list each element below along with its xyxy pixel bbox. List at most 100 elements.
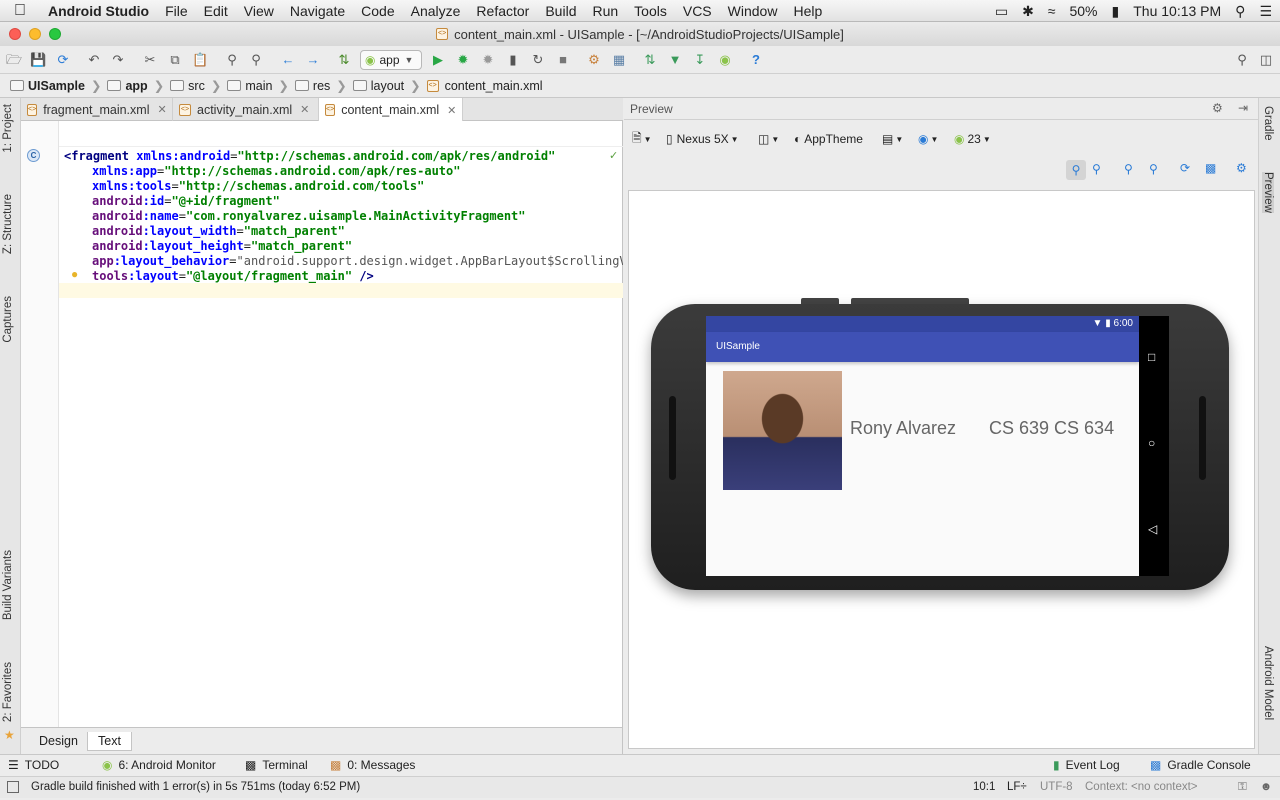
build-variants-tool-tab[interactable]: Build Variants: [2, 550, 14, 620]
settings-icon[interactable]: ⚙: [1236, 161, 1247, 175]
menu-help[interactable]: Help: [785, 0, 830, 22]
project-structure-icon[interactable]: ⚙: [586, 52, 602, 68]
project-tool-tab[interactable]: 1: Project: [2, 104, 14, 153]
layout-icon[interactable]: ◫: [1258, 52, 1274, 68]
configuration-select[interactable]: 🗎 ▼: [632, 130, 652, 148]
make-project-icon[interactable]: ⇅: [336, 52, 352, 68]
app-menu[interactable]: Android Studio: [40, 0, 157, 22]
theme-select[interactable]: ◐ AppTheme: [794, 130, 863, 148]
gear-icon[interactable]: ⚙: [1212, 101, 1223, 115]
android-model-tool-tab[interactable]: Android Model: [1262, 646, 1274, 720]
menu-tools[interactable]: Tools: [626, 0, 675, 22]
favorites-tool-tab[interactable]: 2: Favorites: [2, 662, 14, 722]
captures-tool-tab[interactable]: Captures: [2, 296, 14, 343]
avd-manager-icon[interactable]: ▼: [667, 52, 683, 68]
line-separator[interactable]: LF÷: [1007, 781, 1027, 793]
breadcrumb-res[interactable]: res ❯: [294, 78, 353, 93]
structure-tool-tab[interactable]: Z: Structure: [2, 194, 14, 254]
save-all-icon[interactable]: 💾: [30, 52, 46, 68]
locale-select[interactable]: ◉ ▼: [918, 130, 938, 148]
event-log-tool-tab[interactable]: ▮ Event Log: [1053, 758, 1120, 772]
close-icon[interactable]: ✕: [447, 104, 456, 117]
menu-window[interactable]: Window: [720, 0, 786, 22]
profile-icon[interactable]: ▮: [505, 52, 521, 68]
wifi-icon[interactable]: ≈: [1048, 3, 1056, 19]
messages-tool-tab[interactable]: ▩ 0: Messages: [330, 758, 415, 772]
notification-center-icon[interactable]: ☰: [1259, 3, 1272, 20]
redo-icon[interactable]: ↷: [110, 52, 126, 68]
tab-content-main[interactable]: <> content_main.xml ✕: [319, 98, 463, 122]
breadcrumb-app[interactable]: app ❯: [107, 78, 170, 93]
clock[interactable]: Thu 10:13 PM: [1133, 3, 1221, 19]
status-message[interactable]: Gradle build finished with 1 error(s) in…: [31, 781, 360, 793]
battery-percent[interactable]: 50%: [1069, 3, 1097, 19]
back-icon[interactable]: ←: [280, 52, 296, 68]
close-window-button[interactable]: [9, 28, 21, 40]
class-badge-icon[interactable]: C: [27, 149, 40, 162]
lightbulb-icon[interactable]: ●: [71, 267, 78, 281]
close-icon[interactable]: ✕: [157, 103, 166, 116]
cut-icon[interactable]: ✂: [142, 52, 158, 68]
tab-activity-main[interactable]: <> activity_main.xml ✕: [173, 98, 319, 121]
file-encoding[interactable]: UTF-8: [1040, 781, 1073, 793]
orientation-select[interactable]: ◫ ▼: [758, 130, 779, 148]
attach-debugger-icon[interactable]: ✹: [480, 52, 496, 68]
api-level-select[interactable]: ◉ 23 ▼: [954, 130, 991, 148]
android-device-monitor-icon[interactable]: ◉: [717, 52, 733, 68]
undo-icon[interactable]: ↶: [86, 52, 102, 68]
apply-changes-icon[interactable]: ↻: [530, 52, 546, 68]
menu-refactor[interactable]: Refactor: [468, 0, 537, 22]
sync-gradle-icon[interactable]: ⇅: [642, 52, 658, 68]
android-monitor-tool-tab[interactable]: ◉ 6: Android Monitor: [102, 758, 216, 772]
breadcrumb-src[interactable]: src ❯: [170, 78, 227, 93]
breadcrumb-project[interactable]: UISample ❯: [10, 78, 107, 93]
preview-canvas[interactable]: ▼ ▮ 6:00 UISample Rony Alvarez CS 639 CS…: [628, 190, 1255, 749]
copy-icon[interactable]: ⧉: [167, 52, 183, 68]
gradle-tool-tab[interactable]: Gradle: [1262, 106, 1274, 141]
breadcrumb-layout[interactable]: layout ❯: [352, 78, 427, 93]
zoom-out-icon[interactable]: ⚲: [1149, 162, 1158, 176]
open-folder-icon[interactable]: 🗁: [6, 52, 22, 68]
terminal-tool-tab[interactable]: ▩ Terminal: [245, 758, 308, 772]
menu-view[interactable]: View: [236, 0, 282, 22]
device-select[interactable]: ▯ Nexus 5X ▼: [666, 130, 739, 148]
find-icon[interactable]: ⚲: [224, 52, 240, 68]
lock-icon[interactable]: ⚿: [1238, 781, 1247, 794]
tab-design[interactable]: Design: [29, 732, 88, 751]
display-icon[interactable]: ▭: [995, 3, 1008, 20]
preview-tool-tab[interactable]: Preview: [1262, 172, 1274, 213]
sdk-manager-icon[interactable]: ▦: [611, 52, 627, 68]
bluetooth-icon[interactable]: ✱: [1022, 3, 1034, 20]
gradle-console-tool-tab[interactable]: ▩ Gradle Console: [1150, 758, 1251, 772]
paste-icon[interactable]: 📋: [192, 52, 208, 68]
hide-panel-icon[interactable]: ⇥: [1238, 101, 1248, 115]
sync-icon[interactable]: ⟳: [55, 52, 71, 68]
stop-icon[interactable]: ■: [555, 52, 571, 68]
forward-icon[interactable]: →: [305, 52, 321, 68]
help-icon[interactable]: ?: [748, 52, 764, 68]
tab-text[interactable]: Text: [87, 732, 132, 751]
menu-build[interactable]: Build: [537, 0, 584, 22]
apple-icon[interactable]: : [0, 2, 40, 20]
spotlight-search-icon[interactable]: ⚲: [1235, 3, 1245, 20]
debug-icon[interactable]: ✹: [455, 52, 471, 68]
menu-run[interactable]: Run: [584, 0, 626, 22]
tool-windows-toggle-icon[interactable]: [7, 781, 19, 793]
code-editor[interactable]: C ● ✓ <fragment xmlns:android="http://sc…: [21, 121, 623, 727]
menu-code[interactable]: Code: [353, 0, 402, 22]
minimize-window-button[interactable]: [29, 28, 41, 40]
camera-icon[interactable]: ▩: [1205, 161, 1216, 175]
caret-position[interactable]: 10:1: [973, 781, 995, 793]
menu-edit[interactable]: Edit: [196, 0, 236, 22]
zoom-fit-icon[interactable]: ⚲: [1066, 160, 1086, 180]
refresh-icon[interactable]: ⟳: [1180, 161, 1190, 175]
breadcrumb-main[interactable]: main ❯: [227, 78, 295, 93]
run-config-select[interactable]: ◉ app ▼: [360, 50, 422, 70]
search-everywhere-icon[interactable]: ⚲: [1234, 52, 1250, 68]
context-indicator[interactable]: Context: <no context>: [1085, 781, 1198, 793]
close-icon[interactable]: ✕: [300, 103, 309, 116]
zoom-actual-icon[interactable]: ⚲: [1092, 162, 1101, 176]
zoom-in-icon[interactable]: ⚲: [1124, 162, 1133, 176]
menu-analyze[interactable]: Analyze: [403, 0, 469, 22]
activity-select[interactable]: ▤ ▼: [882, 130, 903, 148]
